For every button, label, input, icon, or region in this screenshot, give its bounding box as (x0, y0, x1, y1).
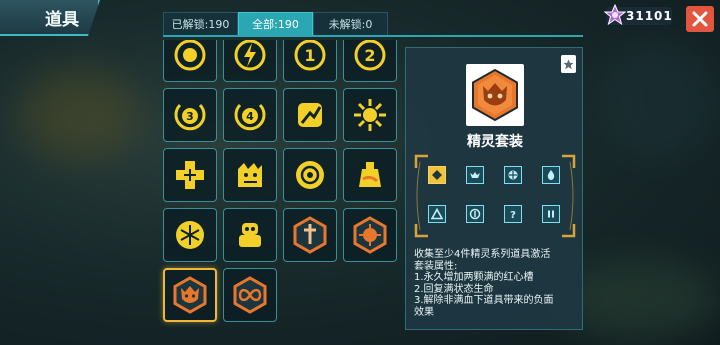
item-slot[interactable]: 1 (283, 40, 337, 82)
diamond-set-icon (432, 170, 442, 180)
bat-set-icon (470, 172, 480, 178)
set-item-slot[interactable]: ? (504, 205, 522, 223)
svg-text:1: 1 (304, 46, 315, 65)
item-slot[interactable] (283, 148, 337, 202)
tab-underline (163, 35, 583, 37)
item-slot[interactable] (343, 148, 397, 202)
potion-icon (359, 162, 381, 187)
item-slot-selected[interactable] (163, 268, 217, 322)
svg-text:?: ? (510, 210, 516, 220)
gear-eye-icon (296, 161, 324, 189)
close-button[interactable] (686, 6, 714, 32)
fairy-face-icon (472, 68, 518, 122)
svg-text:3: 3 (186, 110, 194, 123)
badge-1-icon: 1 (294, 40, 326, 71)
background-glow (600, 40, 720, 160)
set-item-slot[interactable] (466, 166, 484, 184)
tab-all[interactable]: 全部:190 (238, 12, 313, 36)
description-line: 收集至少4件精灵系列道具激活 (414, 249, 551, 260)
description-line: 套装属性: (414, 260, 458, 272)
tab-unlocked[interactable]: 已解锁:190 (163, 12, 238, 36)
description-line: 3.解除非满血下道具带来的负面 (414, 295, 554, 306)
infinity-hex-icon (233, 276, 267, 314)
snowflake-ring-icon (176, 221, 204, 249)
star-gem-icon (604, 4, 626, 26)
set-item-slot[interactable] (542, 205, 560, 223)
flame-ring-icon (174, 40, 206, 71)
description-line: 2.回复满状态生命 (414, 283, 494, 295)
set-item-slot[interactable] (466, 205, 484, 223)
cross-plus-icon (176, 161, 204, 189)
spiked-sun-hex-icon (353, 216, 387, 254)
item-slot[interactable] (343, 88, 397, 142)
set-item-slot[interactable] (428, 166, 446, 184)
tab-locked[interactable]: 未解锁:0 (313, 12, 388, 36)
set-item-slot[interactable] (428, 205, 446, 223)
item-slot[interactable] (223, 268, 277, 322)
sword-hex-icon (293, 216, 327, 254)
item-slot[interactable] (163, 40, 217, 82)
item-slot[interactable] (163, 148, 217, 202)
currency-amount: 31101 (626, 9, 673, 23)
description-line: 1.永久增加两颗满的红心槽 (414, 272, 534, 283)
selected-item-name: 精灵套装 (467, 134, 523, 150)
badge-2-icon: 2 (354, 40, 386, 71)
set-item-slot[interactable] (542, 166, 560, 184)
item-slot[interactable] (223, 40, 277, 82)
description-line: 效果 (414, 306, 434, 318)
item-slot[interactable] (283, 208, 337, 262)
badge-3-icon: 3 (174, 103, 206, 131)
svg-text:2: 2 (364, 46, 375, 65)
item-slot[interactable] (223, 208, 277, 262)
monster-block-icon (238, 163, 262, 187)
set-item-slot[interactable] (504, 166, 522, 184)
cracked-rune-icon (298, 103, 322, 127)
page-title: 道具 (0, 0, 100, 36)
sun-icon (354, 99, 386, 131)
filter-tabs: 已解锁:190 全部:190 未解锁:0 (163, 12, 388, 36)
set-items-frame: ? (414, 154, 576, 238)
item-slot[interactable] (163, 208, 217, 262)
item-grid[interactable]: 1 2 3 4 (150, 40, 406, 345)
question-set-icon: ? (510, 210, 516, 220)
star-badge-icon (563, 58, 574, 69)
robot-icon (239, 223, 261, 247)
background-glow (20, 70, 140, 160)
selected-item-icon (466, 64, 524, 126)
orb-set-icon (508, 170, 518, 180)
item-slot[interactable]: 3 (163, 88, 217, 142)
currency-display: 31101 (604, 4, 673, 26)
fairy-face-hex-icon (173, 276, 207, 314)
cross-orb-set-icon (469, 208, 481, 220)
item-detail-panel: 精灵套装 ? 收集至少4件精灵系列道具激活 套装属性: 1.永久增加两颗满的红心… (405, 47, 583, 330)
item-slot[interactable]: 4 (223, 88, 277, 142)
background-glow (560, 260, 720, 340)
set-description: 收集至少4件精灵系列道具激活 套装属性: 1.永久增加两颗满的红心槽 2.回复满… (414, 249, 582, 318)
close-icon (692, 11, 708, 27)
pause-set-icon (548, 210, 554, 218)
svg-text:4: 4 (246, 110, 254, 123)
set-badge[interactable] (561, 55, 576, 73)
item-slot[interactable] (283, 88, 337, 142)
item-slot[interactable] (223, 148, 277, 202)
badge-4-icon: 4 (234, 103, 266, 131)
item-slot[interactable]: 2 (343, 40, 397, 82)
item-slot[interactable] (343, 208, 397, 262)
lightning-ring-icon (234, 40, 266, 71)
triangle-set-icon (431, 208, 443, 220)
drop-set-icon (547, 170, 555, 180)
